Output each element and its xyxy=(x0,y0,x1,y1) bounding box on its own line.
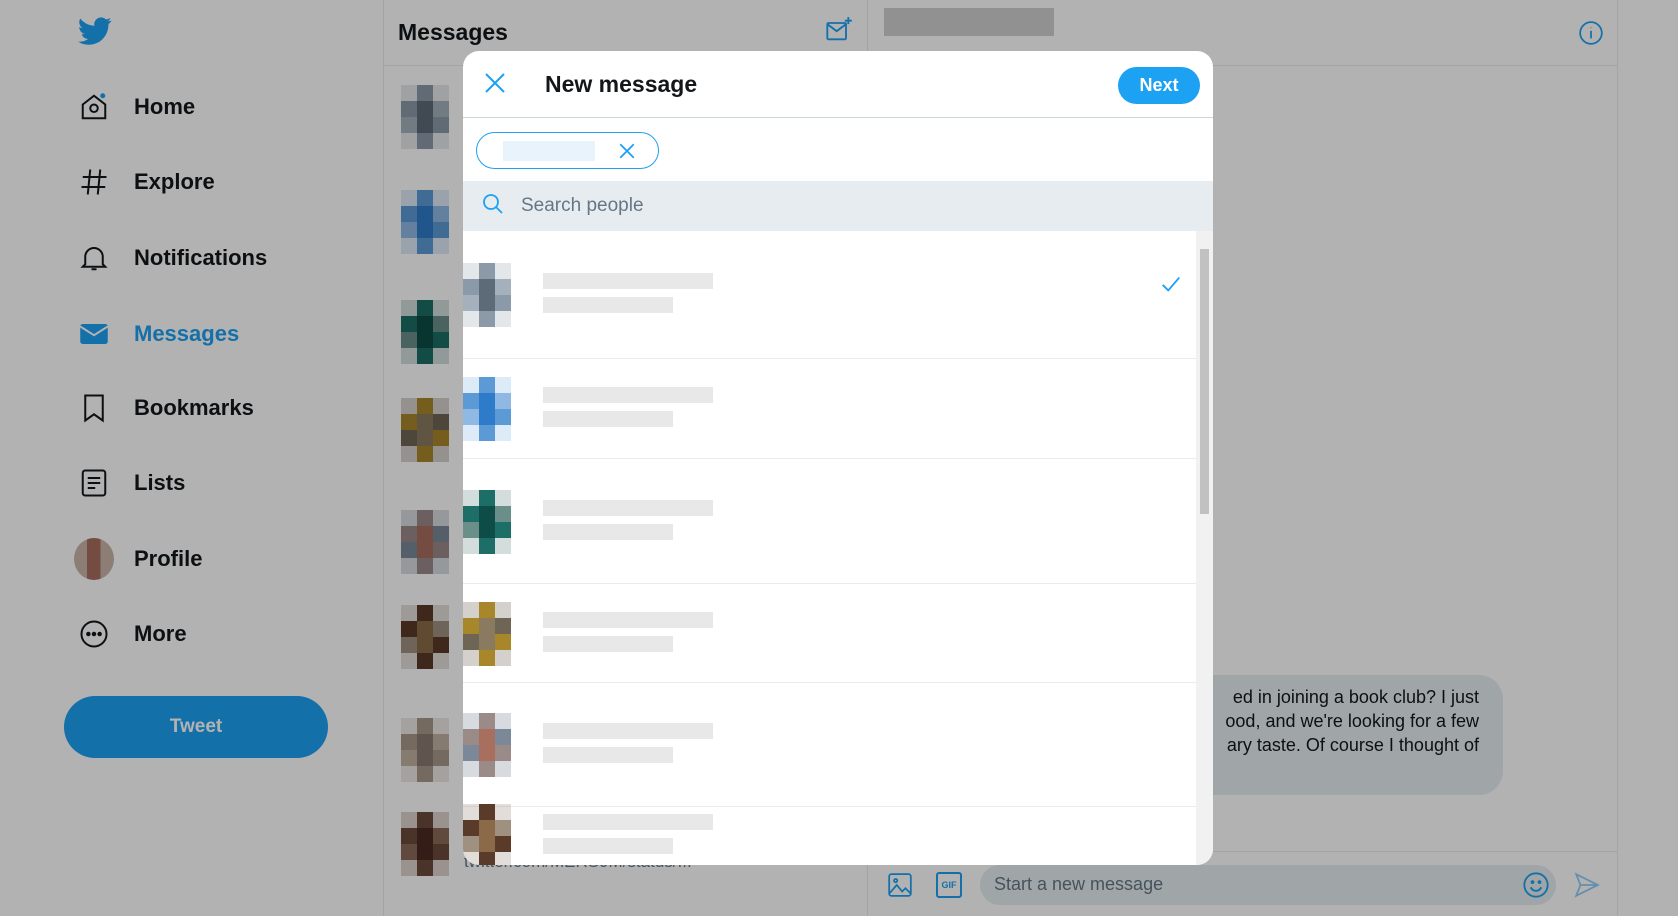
people-list-item[interactable] xyxy=(463,459,1196,584)
person-avatar xyxy=(463,263,511,327)
dialog-title: New message xyxy=(545,71,698,97)
scrollbar-thumb[interactable] xyxy=(1200,249,1209,514)
blurred-person-name xyxy=(543,523,673,540)
person-avatar xyxy=(463,713,511,777)
close-icon[interactable] xyxy=(483,71,507,100)
search-people-input[interactable] xyxy=(521,195,1121,217)
new-message-dialog: New message Next xyxy=(463,51,1213,865)
blurred-person-name xyxy=(543,838,673,854)
blurred-person-name xyxy=(543,273,713,289)
blurred-person-name xyxy=(543,499,713,516)
selected-checkmark-icon xyxy=(1160,273,1182,300)
scrollbar[interactable] xyxy=(1196,231,1213,865)
people-list-item[interactable] xyxy=(463,231,1196,359)
blurred-person-name xyxy=(543,387,713,403)
person-avatar xyxy=(463,377,511,441)
people-list-item[interactable] xyxy=(463,359,1196,459)
person-avatar xyxy=(463,601,511,666)
search-bar xyxy=(463,181,1213,231)
blurred-person-name xyxy=(543,814,713,830)
search-icon xyxy=(481,192,505,221)
people-list-item[interactable] xyxy=(463,584,1196,683)
people-list-item[interactable] xyxy=(463,683,1196,807)
selected-recipient-chip[interactable] xyxy=(476,132,659,169)
remove-recipient-icon[interactable] xyxy=(618,142,636,165)
person-avatar xyxy=(463,489,511,554)
blurred-recipient-name xyxy=(503,141,595,161)
person-avatar xyxy=(463,804,511,865)
blurred-person-name xyxy=(543,297,673,313)
blurred-person-name xyxy=(543,723,713,739)
blurred-person-name xyxy=(543,635,673,652)
people-list-item[interactable] xyxy=(463,804,1196,865)
blurred-person-name xyxy=(543,747,673,763)
blurred-person-name xyxy=(543,611,713,628)
next-button[interactable]: Next xyxy=(1118,67,1200,104)
blurred-person-name xyxy=(543,411,673,427)
